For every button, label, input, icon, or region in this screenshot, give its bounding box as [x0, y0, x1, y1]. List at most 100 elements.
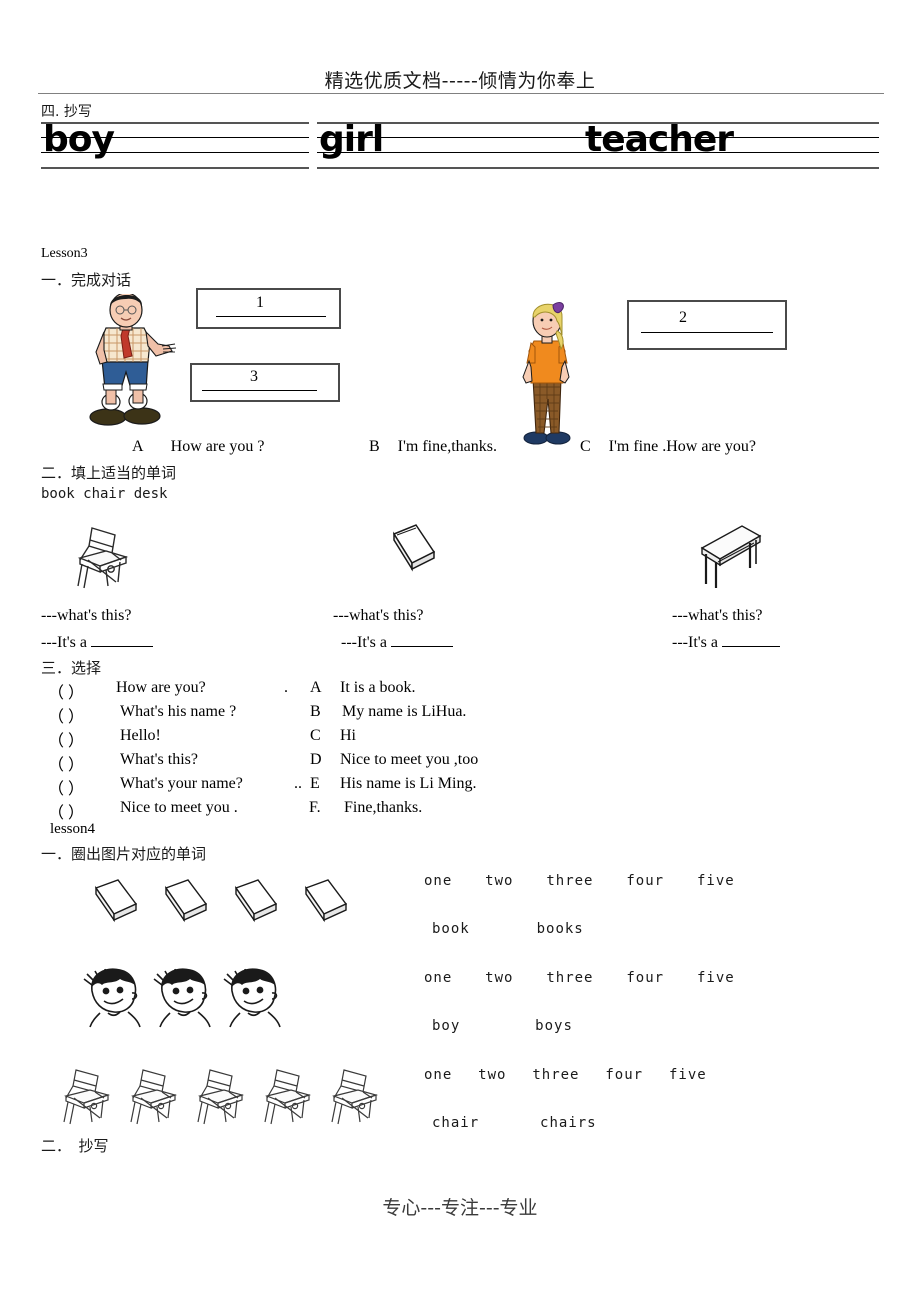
dialogue-box-3-number: 3 [250, 368, 258, 385]
choice-answer-b: My name is LiHua. [342, 703, 467, 720]
lesson4-row1-numbers[interactable]: one two three four five [424, 873, 735, 889]
ex2-item3-blank[interactable] [721, 632, 780, 647]
choice-question-4: What's this? [120, 751, 198, 768]
word-book-singular[interactable]: book [432, 921, 470, 937]
lesson4-row3-words[interactable]: chair chairs [432, 1115, 597, 1131]
lesson4-label: lesson4 [50, 821, 95, 837]
number-word-three[interactable]: three [546, 873, 593, 889]
dialogue-option-a-letter: A [132, 438, 143, 455]
choice-letter-a: A [310, 679, 322, 696]
dialogue-option-c-letter: C [580, 438, 591, 455]
choice-list: （ ） How are you? . A It is a book. （ ） W… [48, 679, 608, 823]
choice-midmark-5: .. [294, 775, 302, 792]
word-chair-singular[interactable]: chair [432, 1115, 479, 1131]
word-boy-plural[interactable]: boys [535, 1018, 573, 1034]
dialogue-box-2-number: 2 [679, 309, 687, 326]
page-header-title: 精选优质文档-----倾情为你奉上 [324, 70, 596, 92]
lesson4-row2-numbers[interactable]: one two three four five [424, 970, 735, 986]
copywork-block-girl: girl [317, 118, 585, 176]
dialogue-box-1[interactable]: 1 [196, 288, 341, 329]
choice-row[interactable]: （ ） What's this? D Nice to meet you ,too [48, 751, 608, 775]
choice-row[interactable]: （ ） How are you? . A It is a book. [48, 679, 608, 703]
lesson4-row2-words[interactable]: boy boys [432, 1018, 573, 1034]
dialogue-option-c-text: I'm fine .How are you? [608, 438, 756, 455]
dialogue-option-c: C I'm fine .How are you? [580, 438, 756, 456]
choice-row[interactable]: （ ） What's your name? .. E His name is L… [48, 775, 608, 799]
ex2-item2-answer-row: ---It's a [341, 632, 453, 652]
lesson4-chairs-row [58, 1062, 418, 1132]
number-word-five[interactable]: five [669, 1067, 707, 1083]
number-word-one[interactable]: one [424, 1067, 452, 1083]
word-chair-plural[interactable]: chairs [540, 1115, 597, 1131]
choice-letter-e: E [310, 775, 320, 792]
word-book-plural[interactable]: books [537, 921, 584, 937]
ex2-item3-answer: ---It's a [672, 634, 718, 651]
lesson3-label: Lesson3 [41, 246, 88, 261]
dialogue-box-2-blank[interactable] [641, 332, 773, 333]
lesson3-ex2-heading: 二．填上适当的单词 [41, 464, 177, 482]
number-word-three[interactable]: three [532, 1067, 579, 1083]
choice-bracket-2[interactable]: （ ） [48, 703, 84, 727]
lesson4-books-row [90, 876, 380, 938]
ex2-item1-question: ---what's this? [41, 607, 132, 624]
lesson4-row1-words[interactable]: book books [432, 921, 584, 937]
number-word-four[interactable]: four [626, 873, 664, 889]
choice-answer-d: Nice to meet you ,too [340, 751, 479, 768]
lesson4-ex2-heading: 二． 抄写 [41, 1137, 109, 1155]
man-figure [76, 294, 182, 426]
dialogue-box-3-blank[interactable] [202, 390, 317, 391]
number-word-one[interactable]: one [424, 873, 452, 889]
desk-icon [692, 518, 768, 590]
choice-bracket-1[interactable]: （ ） [48, 679, 84, 703]
number-word-one[interactable]: one [424, 970, 452, 986]
choice-question-3: Hello! [120, 727, 161, 744]
dialogue-box-3[interactable]: 3 [190, 363, 340, 402]
choice-answer-e: His name is Li Ming. [340, 775, 477, 792]
copywork-word-boy: boy [43, 119, 115, 160]
lesson4-ex1-heading: 一．圈出图片对应的单词 [41, 845, 207, 863]
dialogue-option-b: B I'm fine,thanks. [369, 438, 497, 456]
copywork-word-teacher: teacher [585, 119, 734, 160]
choice-answer-a: It is a book. [340, 679, 416, 696]
choice-row[interactable]: （ ） Hello! C Hi [48, 727, 608, 751]
ex2-item1-answer-row: ---It's a [41, 632, 153, 652]
choice-bracket-6[interactable]: （ ） [48, 799, 84, 823]
number-word-four[interactable]: four [605, 1067, 643, 1083]
number-word-five[interactable]: five [697, 970, 735, 986]
choice-midmark-1: . [284, 679, 288, 696]
dialogue-box-1-number: 1 [256, 294, 264, 311]
ex2-item3-question: ---what's this? [672, 607, 763, 624]
choice-bracket-5[interactable]: （ ） [48, 775, 84, 799]
choice-question-6: Nice to meet you . [120, 799, 238, 816]
ex2-item1-answer: ---It's a [41, 634, 87, 651]
choice-answer-f: Fine,thanks. [344, 799, 423, 816]
ex2-item1-blank[interactable] [90, 632, 153, 647]
chair-icon [68, 520, 140, 592]
dialogue-box-1-blank[interactable] [216, 316, 326, 317]
lesson3-ex3-heading: 三．选择 [41, 659, 102, 677]
number-word-two[interactable]: two [485, 873, 513, 889]
number-word-five[interactable]: five [697, 873, 735, 889]
number-word-two[interactable]: two [485, 970, 513, 986]
ex2-item2-blank[interactable] [390, 632, 453, 647]
choice-row[interactable]: （ ） What's his name ? B My name is LiHua… [48, 703, 608, 727]
copywork-word-girl: girl [319, 119, 384, 160]
writing-rule-4 [317, 167, 585, 169]
choice-bracket-3[interactable]: （ ） [48, 727, 84, 751]
choice-letter-d: D [310, 751, 322, 768]
copywork-block-boy: boy [41, 118, 309, 176]
dialogue-option-a: A How are you ? [132, 438, 264, 456]
dialogue-box-2[interactable]: 2 [627, 300, 787, 350]
number-word-four[interactable]: four [626, 970, 664, 986]
lesson4-boys-row [80, 965, 360, 1035]
dialogue-option-a-text: How are you ? [170, 438, 265, 455]
choice-bracket-4[interactable]: （ ） [48, 751, 84, 775]
copywork-line-row: boy girl teacher [0, 118, 920, 176]
copywork-block-teacher: teacher [583, 118, 879, 176]
choice-letter-f: F. [309, 799, 321, 816]
word-boy-singular[interactable]: boy [432, 1018, 460, 1034]
lesson4-row3-numbers[interactable]: one two three four five [424, 1067, 707, 1083]
choice-row[interactable]: （ ） Nice to meet you . F. Fine,thanks. [48, 799, 608, 823]
number-word-two[interactable]: two [478, 1067, 506, 1083]
number-word-three[interactable]: three [546, 970, 593, 986]
